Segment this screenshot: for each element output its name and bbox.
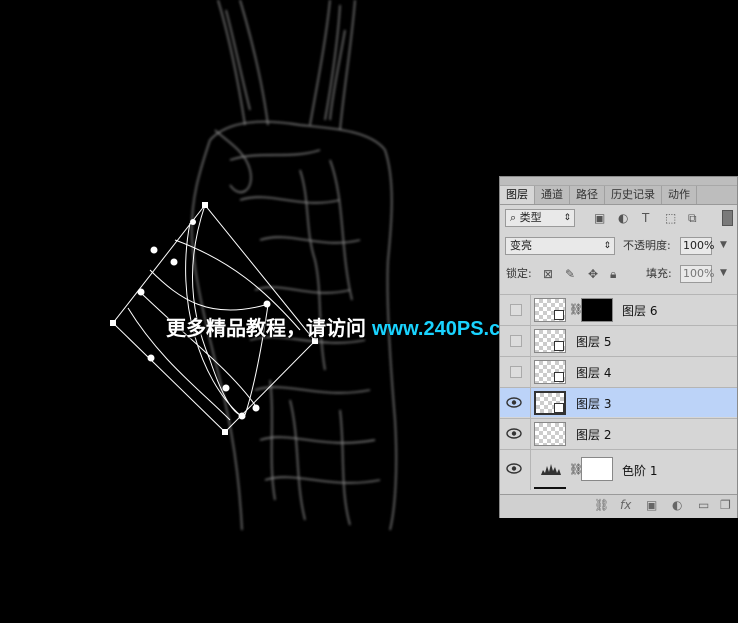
tab-layers[interactable]: 图层 — [500, 186, 535, 204]
layer-mask-thumbnail[interactable] — [581, 457, 613, 481]
adjustment-icon[interactable]: ◐ — [672, 498, 682, 512]
eye-icon[interactable] — [506, 427, 522, 440]
image-filter-icon[interactable]: ▣ — [594, 211, 605, 225]
filter-toggle[interactable] — [722, 210, 733, 226]
fill-dropdown-icon[interactable]: ▼ — [720, 266, 727, 280]
smart-object-icon — [554, 310, 564, 320]
smart-object-icon — [554, 341, 564, 351]
smart-object-icon — [554, 372, 564, 382]
watermark: 更多精品教程，请访问 www.240PS.com — [166, 312, 530, 341]
smart-object-filter-icon[interactable]: ⧉ — [688, 211, 697, 225]
layer-thumbnail — [534, 422, 566, 446]
tab-history[interactable]: 历史记录 — [605, 186, 662, 204]
layer-name: 色阶 1 — [622, 464, 658, 478]
eye-icon[interactable] — [506, 462, 522, 475]
opacity-dropdown-icon[interactable]: ▼ — [720, 238, 727, 252]
tab-channels[interactable]: 通道 — [535, 186, 570, 204]
filter-kind-select[interactable]: ⌕ 类型 ⇕ — [505, 209, 575, 227]
layer-name: 图层 6 — [622, 304, 658, 318]
add-mask-icon[interactable]: ▣ — [646, 498, 657, 512]
panel-bottom-toolbar: ⛓ fx ▣ ◐ ▭ ❐ — [500, 494, 737, 518]
fill-label: 填充: — [646, 267, 672, 280]
lock-move-icon[interactable]: ✥ — [588, 267, 598, 281]
lock-label: 锁定: — [506, 267, 532, 280]
link-icon[interactable]: ⛓ — [594, 498, 609, 512]
layer-row[interactable]: 图层 4 — [500, 356, 737, 387]
panel-title-bar[interactable] — [500, 177, 737, 186]
new-layer-icon[interactable]: ❐ — [720, 498, 731, 512]
folder-icon[interactable]: ▭ — [698, 498, 709, 512]
visibility-toggle[interactable] — [510, 304, 522, 316]
lock-transparent-icon[interactable]: ⊠ — [543, 267, 553, 281]
opacity-label: 不透明度: — [623, 239, 671, 252]
smart-object-icon — [554, 403, 564, 413]
tab-actions[interactable]: 动作 — [662, 186, 697, 204]
opacity-input[interactable]: 100% — [680, 237, 714, 255]
layers-panel: 图层 通道 路径 历史记录 动作 ⌕ 类型 ⇕ ▣ ◐ T ⬚ ⧉ 变亮 ⇕ 不… — [499, 176, 738, 518]
type-filter-icon[interactable]: T — [642, 211, 649, 225]
stepper-icon: ⇕ — [563, 213, 571, 223]
visibility-toggle[interactable] — [510, 335, 522, 347]
layer-row[interactable]: ⛓ 图层 6 — [500, 294, 737, 325]
layer-name: 图层 3 — [576, 397, 612, 411]
levels-histogram-icon — [541, 464, 561, 475]
panel-tabs: 图层 通道 路径 历史记录 动作 — [500, 186, 737, 205]
visibility-toggle[interactable] — [510, 366, 522, 378]
layer-name: 图层 5 — [576, 335, 612, 349]
stepper-icon: ⇕ — [603, 241, 611, 251]
watermark-text: 更多精品教程，请访问 — [166, 316, 366, 340]
eye-icon[interactable] — [506, 396, 522, 409]
fx-icon[interactable]: fx — [620, 498, 631, 512]
fill-input[interactable]: 100% — [680, 265, 714, 283]
layer-name: 图层 4 — [576, 366, 612, 380]
lock-all-icon[interactable]: 🔒︎ — [610, 267, 616, 281]
search-icon: ⌕ — [510, 211, 517, 224]
layer-mask-thumbnail[interactable] — [581, 298, 613, 322]
layer-row[interactable]: 图层 5 — [500, 325, 737, 356]
layer-row[interactable]: 图层 2 — [500, 418, 737, 449]
layer-row-selected[interactable]: 图层 3 — [500, 387, 737, 418]
lock-paint-icon[interactable]: ✎ — [565, 267, 575, 281]
tab-paths[interactable]: 路径 — [570, 186, 605, 204]
layer-name: 图层 2 — [576, 428, 612, 442]
shape-filter-icon[interactable]: ⬚ — [665, 211, 676, 225]
blend-mode-select[interactable]: 变亮 ⇕ — [505, 237, 615, 255]
adjustment-filter-icon[interactable]: ◐ — [618, 211, 628, 225]
layer-row[interactable]: ⛓ 色阶 1 — [500, 449, 737, 490]
